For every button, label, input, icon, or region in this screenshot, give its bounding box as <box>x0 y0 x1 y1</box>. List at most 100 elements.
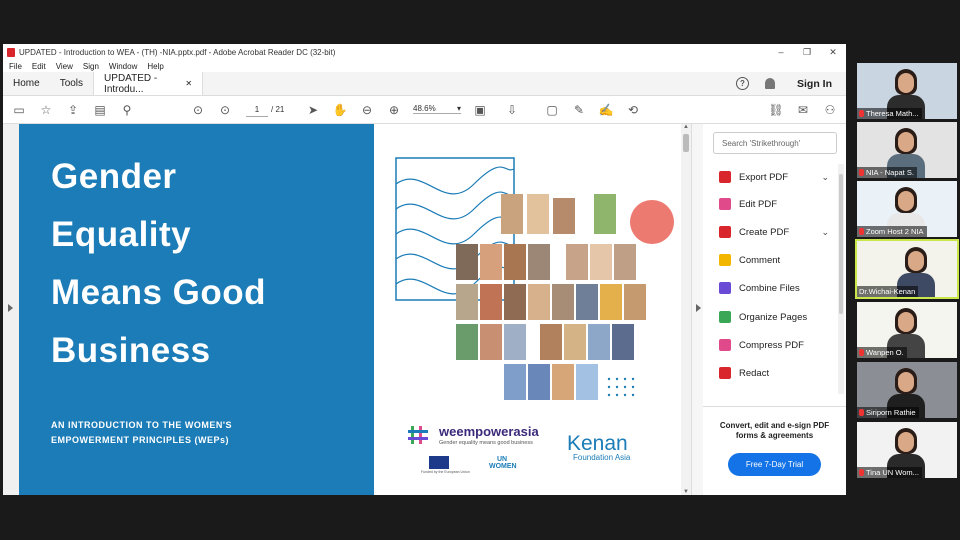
tool-redact[interactable]: Redact <box>719 363 829 383</box>
menu-bar: File Edit View Sign Window Help <box>3 60 846 72</box>
participant-name: Theresa Math... <box>866 109 919 118</box>
tool-label: Comment <box>739 254 781 266</box>
promo-line: forms & agreements <box>735 431 814 440</box>
scroll-up-icon[interactable]: ▲ <box>683 124 689 130</box>
photo-collage-graphic <box>395 157 674 400</box>
tool-edit-pdf[interactable]: Edit PDF <box>719 194 829 214</box>
organize-pages-icon <box>719 311 731 323</box>
fill-sign-icon[interactable]: ⟲ <box>626 103 640 117</box>
participant-name: NIA - Napat S. <box>866 168 914 177</box>
tool-comment[interactable]: Comment <box>719 250 829 270</box>
menu-edit[interactable]: Edit <box>32 62 46 71</box>
right-pane-toggle[interactable] <box>691 124 703 495</box>
tool-organize-pages[interactable]: Organize Pages <box>719 307 829 327</box>
zoom-in-icon[interactable]: ⊕ <box>387 103 401 117</box>
left-panel-toggle[interactable] <box>3 124 19 495</box>
tool-label: Compress PDF <box>739 339 804 351</box>
search-icon[interactable]: ⚲ <box>120 103 134 117</box>
chevron-down-icon[interactable]: ⌄ <box>821 172 829 183</box>
page-display-icon[interactable]: ▣ <box>473 103 487 117</box>
participant-tile[interactable]: Zoom Host 2 NIA <box>857 181 957 237</box>
tools-scrollbar[interactable] <box>838 164 844 394</box>
kenan-name: Kenan <box>567 432 628 455</box>
redact-icon <box>719 367 731 379</box>
upload-cloud-icon[interactable]: ⇪ <box>66 103 80 117</box>
hand-tool-icon[interactable]: ✋ <box>333 103 348 117</box>
tool-label: Combine Files <box>739 282 800 294</box>
link-attach-icon[interactable]: ⛓ <box>768 103 783 117</box>
promo-line: Convert, edit and e-sign PDF <box>719 421 830 430</box>
window-title: UPDATED - Introduction to WEA - (TH) -NI… <box>19 47 336 57</box>
menu-view[interactable]: View <box>56 62 73 71</box>
participant-name-label: Siriporn Rathie <box>857 407 919 418</box>
page-total: / 21 <box>271 105 285 114</box>
muted-mic-icon <box>859 169 864 176</box>
menu-help[interactable]: Help <box>147 62 163 71</box>
participant-tile[interactable]: NIA - Napat S. <box>857 122 957 178</box>
tab-close-icon[interactable]: ✕ <box>185 79 192 88</box>
select-cursor-icon[interactable]: ➤ <box>306 103 320 117</box>
participant-tile[interactable]: Siriporn Rathie <box>857 362 957 418</box>
close-button[interactable]: ✕ <box>820 47 846 58</box>
weempowerasia-logo-icon <box>408 426 428 444</box>
participant-tile[interactable]: Tina UN Wom... <box>857 422 957 478</box>
comment-icon[interactable]: ▢ <box>545 103 559 117</box>
tab-document-label: UPDATED - Introdu... <box>104 72 158 95</box>
minimize-button[interactable]: – <box>768 47 794 57</box>
muted-mic-icon <box>859 110 864 117</box>
tools-search-input[interactable]: Search 'Strikethrough' <box>713 132 837 154</box>
headline-line: Means Good <box>51 273 267 312</box>
free-trial-button[interactable]: Free 7-Day Trial <box>727 453 822 476</box>
tool-combine-files[interactable]: Combine Files <box>719 278 829 298</box>
participant-tile[interactable]: Theresa Math... <box>857 63 957 119</box>
tool-export-pdf[interactable]: Export PDF ⌄ <box>719 167 829 187</box>
tab-document[interactable]: UPDATED - Introdu... ✕ <box>93 72 204 95</box>
menu-window[interactable]: Window <box>109 62 137 71</box>
add-user-icon[interactable]: ⚇ <box>823 103 837 117</box>
sign-in-button[interactable]: Sign In <box>783 72 846 95</box>
un-women-line: UN <box>497 456 508 463</box>
headline-line: Equality <box>51 215 192 254</box>
scroll-mode-icon[interactable]: ⇩ <box>505 103 519 117</box>
maximize-button[interactable]: ❐ <box>794 47 820 58</box>
sign-icon[interactable]: ✍ <box>599 103 614 117</box>
highlight-pen-icon[interactable]: ✎ <box>572 103 586 117</box>
muted-mic-icon <box>859 469 864 476</box>
tab-home[interactable]: Home <box>3 72 50 95</box>
participant-name-label: Theresa Math... <box>857 108 922 119</box>
participant-name-label: Dr.Wichai-Kenan <box>857 286 919 297</box>
zoom-out-icon[interactable]: ⊖ <box>360 103 374 117</box>
page-number-input[interactable]: 1 <box>246 103 268 117</box>
screen: UPDATED - Introduction to WEA - (TH) -NI… <box>0 0 960 540</box>
combine-files-icon <box>719 282 731 294</box>
scroll-down-icon[interactable]: ▼ <box>683 489 689 495</box>
muted-mic-icon <box>859 349 864 356</box>
create-pdf-icon <box>719 226 731 238</box>
participant-face <box>898 432 914 452</box>
menu-file[interactable]: File <box>9 62 22 71</box>
menu-sign[interactable]: Sign <box>83 62 99 71</box>
previous-page-icon[interactable]: ⊙ <box>191 103 205 117</box>
next-page-icon[interactable]: ⊙ <box>218 103 232 117</box>
participant-tile[interactable]: Wanpen O. <box>857 302 957 358</box>
export-pdf-icon <box>719 171 731 183</box>
save-icon[interactable]: ▭ <box>12 103 26 117</box>
tool-create-pdf[interactable]: Create PDF ⌄ <box>719 222 829 242</box>
print-icon[interactable]: ▤ <box>93 103 107 117</box>
email-icon[interactable]: ✉ <box>796 103 810 117</box>
document-scrollbar[interactable]: ▲ ▼ <box>681 124 691 495</box>
subtitle-line: AN INTRODUCTION TO THE WOMEN'S <box>51 420 232 430</box>
tab-tools[interactable]: Tools <box>50 72 93 95</box>
scroll-thumb[interactable] <box>683 134 689 152</box>
eu-flag-icon <box>429 456 449 469</box>
participant-tile-active-speaker[interactable]: Dr.Wichai-Kenan <box>855 239 959 299</box>
promo-text: Convert, edit and e-sign PDF forms & agr… <box>703 421 846 441</box>
headline-line: Business <box>51 331 211 370</box>
help-icon[interactable]: ? <box>736 77 749 90</box>
tool-compress-pdf[interactable]: Compress PDF <box>719 335 829 355</box>
notification-bell-icon[interactable] <box>765 78 775 89</box>
chevron-down-icon[interactable]: ⌄ <box>821 227 829 238</box>
bookmark-star-icon[interactable]: ☆ <box>39 103 53 117</box>
pdf-page: Gender Equality Means Good Business AN I… <box>19 124 681 495</box>
zoom-select[interactable]: 48.6% ▾ <box>413 104 461 114</box>
